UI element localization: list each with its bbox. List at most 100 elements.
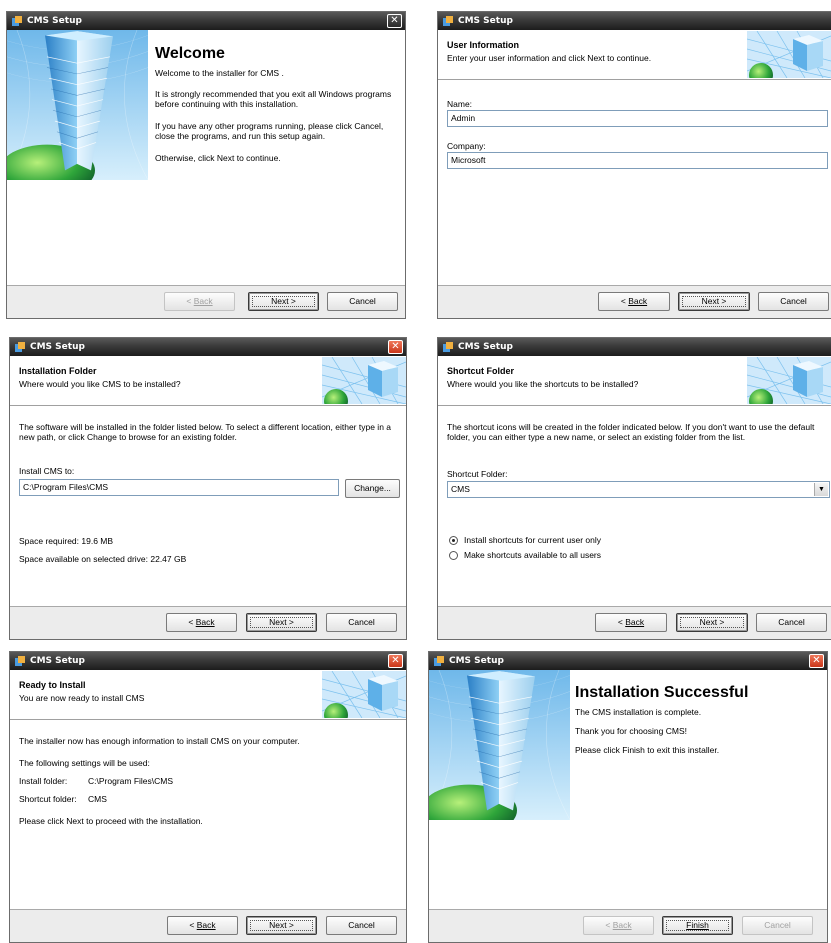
window-title: CMS Setup <box>449 656 504 666</box>
app-icon <box>15 656 25 666</box>
page-header: Ready to Install You are now ready to in… <box>10 670 406 720</box>
title-bar[interactable]: CMS Setup ✕ <box>7 12 405 30</box>
next-button[interactable]: Next > <box>248 292 319 311</box>
finish-hint: Please click Finish to exit this install… <box>575 745 720 755</box>
close-icon[interactable]: ✕ <box>809 654 824 668</box>
setup-window-installation-folder: CMS Setup ✕ Installation Folder Where wo… <box>9 337 407 640</box>
back-button[interactable]: < Back <box>166 613 237 632</box>
install-folder-label: Install folder: <box>19 776 68 786</box>
cancel-button[interactable]: Cancel <box>326 916 397 935</box>
close-icon[interactable]: ✕ <box>388 340 403 354</box>
cancel-button[interactable]: Cancel <box>758 292 829 311</box>
page-subtitle: Where would you like the shortcuts to be… <box>447 379 639 389</box>
setup-window-welcome: CMS Setup ✕ Welcome Welcome to the insta… <box>6 11 406 319</box>
app-icon <box>15 342 25 352</box>
next-button[interactable]: Next > <box>246 916 317 935</box>
page-subtitle: Enter your user information and click Ne… <box>447 53 652 63</box>
page-heading: Welcome <box>155 45 225 62</box>
window-title: CMS Setup <box>30 656 85 666</box>
page-header: Installation Folder Where would you like… <box>10 356 406 406</box>
install-path-label: Install CMS to: <box>19 466 75 476</box>
cancel-hint-line-1: If you have any other programs running, … <box>155 121 384 131</box>
setup-window-shortcut-folder: CMS Setup Shortcut Folder Where would yo… <box>437 337 831 640</box>
title-bar[interactable]: CMS Setup ✕ <box>10 338 406 356</box>
next-button[interactable]: Next > <box>246 613 317 632</box>
shortcut-folder-label: Shortcut folder: <box>19 794 77 804</box>
cancel-button[interactable]: Cancel <box>742 916 813 935</box>
warning-text-line-1: It is strongly recommended that you exit… <box>155 89 392 99</box>
setup-window-user-information: CMS Setup User Information Enter your us… <box>437 11 831 319</box>
app-icon <box>443 16 453 26</box>
page-title: Ready to Install <box>19 680 86 690</box>
radio-current-user-label: Install shortcuts for current user only <box>464 535 602 545</box>
back-button[interactable]: < Back <box>595 613 667 632</box>
header-banner-graphic <box>322 357 406 404</box>
back-button[interactable]: < Back <box>167 916 238 935</box>
page-subtitle: You are now ready to install CMS <box>19 693 145 703</box>
setup-window-installation-successful: CMS Setup ✕ Installation Successful The … <box>428 651 828 943</box>
button-bar: < Back Next > Cancel <box>438 606 831 639</box>
button-bar: < Back Next > Cancel <box>7 285 405 318</box>
finish-button[interactable]: Finish <box>662 916 733 935</box>
close-icon[interactable]: ✕ <box>387 14 402 28</box>
page-title: Installation Folder <box>19 366 97 376</box>
app-icon <box>443 342 453 352</box>
chevron-down-icon[interactable]: ▼ <box>814 483 828 496</box>
name-label: Name: <box>447 99 473 109</box>
description-line-1: The shortcut icons will be created in th… <box>447 422 815 432</box>
page-subtitle: Where would you like CMS to be installed… <box>19 379 181 389</box>
close-icon[interactable]: ✕ <box>388 654 403 668</box>
window-title: CMS Setup <box>458 342 513 352</box>
description-line-2: new path, or click Change to browse for … <box>19 432 237 442</box>
company-field[interactable]: Microsoft <box>447 152 828 169</box>
button-bar: < Back Next > Cancel <box>10 606 406 639</box>
next-button[interactable]: Next > <box>678 292 750 311</box>
window-title: CMS Setup <box>458 16 513 26</box>
title-bar[interactable]: CMS Setup ✕ <box>429 652 827 670</box>
page-title: User Information <box>447 40 520 50</box>
radio-all-users[interactable] <box>449 551 458 560</box>
settings-heading: The following settings will be used: <box>19 758 150 768</box>
company-label: Company: <box>447 141 486 151</box>
header-banner-graphic <box>322 671 406 718</box>
space-required: Space required: 19.6 MB <box>19 536 114 546</box>
back-button[interactable]: < Back <box>583 916 654 935</box>
button-bar: < Back Finish Cancel <box>429 909 827 942</box>
shortcut-folder-dropdown[interactable]: CMS ▼ <box>447 481 830 498</box>
page-heading: Installation Successful <box>575 684 749 701</box>
button-bar: < Back Next > Cancel <box>10 909 406 942</box>
cancel-hint-line-2: close the programs, and run this setup a… <box>155 131 326 141</box>
continue-hint: Otherwise, click Next to continue. <box>155 153 281 163</box>
cancel-button[interactable]: Cancel <box>756 613 827 632</box>
cancel-button[interactable]: Cancel <box>326 613 397 632</box>
complete-text: The CMS installation is complete. <box>575 707 702 717</box>
radio-all-users-label: Make shortcuts available to all users <box>464 550 602 560</box>
proceed-hint: Please click Next to proceed with the in… <box>19 816 203 826</box>
page-title: Shortcut Folder <box>447 366 514 376</box>
setup-window-ready-to-install: CMS Setup ✕ Ready to Install You are now… <box>9 651 407 943</box>
window-title: CMS Setup <box>27 16 82 26</box>
installer-sidebar-graphic <box>7 30 148 180</box>
title-bar[interactable]: CMS Setup <box>438 12 831 30</box>
title-bar[interactable]: CMS Setup <box>438 338 831 356</box>
back-button[interactable]: < Back <box>164 292 235 311</box>
header-banner-graphic <box>747 31 831 78</box>
install-folder-value: C:\Program Files\CMS <box>88 776 174 786</box>
description-line-1: The software will be installed in the fo… <box>19 422 392 432</box>
change-button[interactable]: Change... <box>345 479 400 498</box>
next-button[interactable]: Next > <box>676 613 748 632</box>
header-banner-graphic <box>747 357 831 404</box>
page-header: User Information Enter your user informa… <box>438 30 831 80</box>
space-available: Space available on selected drive: 22.47… <box>19 554 187 564</box>
window-title: CMS Setup <box>30 342 85 352</box>
install-path-field[interactable]: C:\Program Files\CMS <box>19 479 339 496</box>
cancel-button[interactable]: Cancel <box>327 292 398 311</box>
page-header: Shortcut Folder Where would you like the… <box>438 356 831 406</box>
welcome-text: Welcome to the installer for CMS . <box>155 68 284 78</box>
radio-current-user[interactable] <box>449 536 458 545</box>
back-button[interactable]: < Back <box>598 292 670 311</box>
installer-sidebar-graphic <box>429 670 570 820</box>
title-bar[interactable]: CMS Setup ✕ <box>10 652 406 670</box>
name-field[interactable]: Admin <box>447 110 828 127</box>
shortcut-folder-label: Shortcut Folder: <box>447 469 508 479</box>
